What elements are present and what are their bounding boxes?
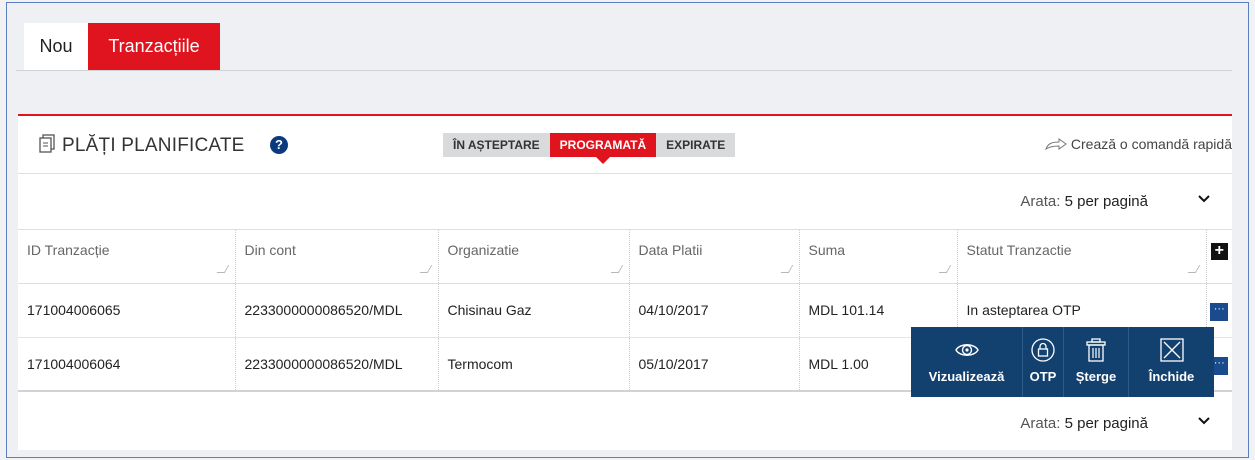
col-header-organization-label: Organizatie — [447, 242, 520, 258]
col-header-date[interactable]: Data Platii — [629, 230, 800, 284]
view-button[interactable]: Vizualizează — [911, 327, 1023, 397]
delete-button[interactable]: Șterge — [1064, 327, 1129, 397]
col-header-account[interactable]: Din cont — [235, 230, 439, 284]
panel-title: PLĂȚI PLANIFICATE — [62, 135, 245, 156]
page-size-label: Arata: 5 per pagină — [1020, 415, 1148, 432]
resize-grip-icon[interactable] — [419, 264, 432, 273]
share-arrow-icon — [1044, 138, 1067, 151]
pager-bottom: Arata: 5 per pagină — [18, 396, 1232, 452]
page-size-value[interactable]: 5 per pagină — [1065, 193, 1148, 210]
close-icon — [1159, 338, 1184, 362]
cell-id: 171004006064 — [18, 337, 236, 392]
col-header-status-label: Statut Tranzactie — [966, 242, 1072, 258]
col-header-status[interactable]: Statut Tranzactie — [957, 230, 1207, 284]
resize-grip-icon[interactable] — [610, 264, 623, 273]
delete-label: Șterge — [1075, 369, 1117, 384]
trash-icon — [1086, 338, 1106, 362]
cell-organization: Chisinau Gaz — [438, 283, 630, 338]
filter-scheduled[interactable]: PROGRAMATĂ — [549, 133, 657, 164]
scheduled-payments-panel: PLĂȚI PLANIFICATE ? ÎN AȘTEPTARE PROGRAM… — [18, 114, 1232, 450]
add-column-cell: + — [1206, 230, 1232, 284]
cell-id: 171004006065 — [18, 283, 236, 338]
eye-icon — [954, 344, 979, 356]
top-tabs: Nou Tranzacțiile — [16, 19, 1232, 71]
col-header-account-label: Din cont — [244, 242, 296, 258]
add-column-icon[interactable]: + — [1210, 243, 1228, 260]
cell-account: 2233000000086520/MDL — [235, 283, 439, 338]
row-context-menu: Vizualizează OTP Șterge Închide — [911, 327, 1214, 397]
document-stack-icon — [39, 134, 55, 153]
resize-grip-icon[interactable] — [780, 264, 793, 273]
resize-grip-icon[interactable] — [938, 264, 951, 273]
help-icon[interactable]: ? — [270, 136, 288, 154]
quick-order-label: Crează o comandă rapidă — [1070, 136, 1232, 152]
col-header-id-label: ID Tranzacție — [27, 242, 110, 258]
page-size-value[interactable]: 5 per pagină — [1065, 415, 1148, 432]
col-header-amount[interactable]: Suma — [799, 230, 958, 284]
status-filter: ÎN AȘTEPTARE PROGRAMATĂ EXPIRATE — [443, 133, 736, 164]
chevron-down-icon[interactable] — [1196, 413, 1212, 429]
chevron-down-icon[interactable] — [1196, 191, 1212, 207]
panel-header: PLĂȚI PLANIFICATE ? ÎN AȘTEPTARE PROGRAM… — [18, 116, 1232, 174]
resize-grip-icon[interactable] — [216, 264, 229, 273]
quick-order-link[interactable]: Crează o comandă rapidă — [1044, 136, 1232, 152]
filter-expired[interactable]: EXPIRATE — [656, 133, 735, 157]
col-header-amount-label: Suma — [808, 242, 846, 258]
cell-organization: Termocom — [438, 337, 630, 392]
otp-button[interactable]: OTP — [1023, 327, 1064, 397]
col-header-date-label: Data Platii — [638, 242, 703, 258]
col-header-organization[interactable]: Organizatie — [438, 230, 630, 284]
close-button[interactable]: Închide — [1129, 327, 1214, 397]
pager-top: Arata: 5 per pagină — [18, 174, 1232, 230]
cell-date: 05/10/2017 — [629, 337, 800, 392]
more-actions-icon[interactable]: ··· — [1210, 303, 1229, 321]
filter-pending[interactable]: ÎN AȘTEPTARE — [443, 133, 550, 157]
tab-transactions[interactable]: Tranzacțiile — [88, 23, 220, 70]
lock-icon — [1031, 338, 1055, 362]
page-size-label: Arata: 5 per pagină — [1020, 193, 1148, 210]
cell-account: 2233000000086520/MDL — [235, 337, 439, 392]
table-header-row: ID Tranzacție Din cont Organizatie Data … — [18, 230, 1232, 284]
page-size-prefix: Arata: — [1020, 193, 1061, 210]
col-header-id[interactable]: ID Tranzacție — [18, 230, 236, 284]
close-label: Închide — [1148, 369, 1195, 384]
otp-label: OTP — [1029, 369, 1057, 384]
resize-grip-icon[interactable] — [1187, 264, 1200, 273]
cell-date: 04/10/2017 — [629, 283, 800, 338]
page-size-prefix: Arata: — [1020, 415, 1061, 432]
tab-new[interactable]: Nou — [24, 23, 88, 70]
view-label: Vizualizează — [928, 369, 1005, 384]
